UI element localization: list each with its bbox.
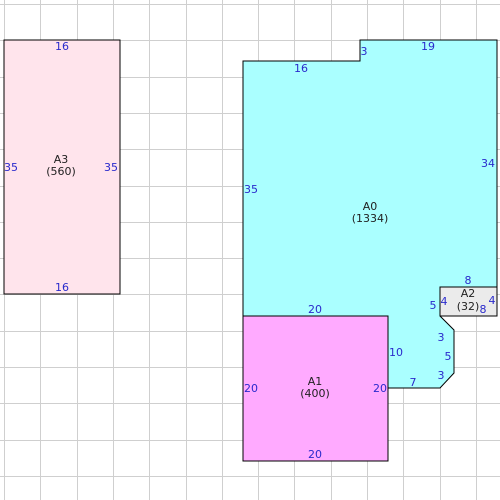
room-a0-area: (1334) <box>352 212 389 225</box>
room-a0-dim-right: 34 <box>481 157 495 170</box>
room-a0-dim-cut-5: 5 <box>445 350 452 363</box>
room-a1-dim-bottom: 20 <box>308 448 322 461</box>
room-a2-label: A2 <box>461 287 476 300</box>
room-a1-area: (400) <box>300 387 330 400</box>
room-a0-dim-a2-side: 5 <box>430 299 437 312</box>
room-a2-dim-bottom: 8 <box>480 303 487 316</box>
room-a2-dim-right: 4 <box>489 294 496 307</box>
room-a3[interactable]: 16 35 35 16 A3 (560) <box>3 39 121 295</box>
room-a3-dim-bottom: 16 <box>55 281 69 294</box>
room-a0-dim-cut-3a: 3 <box>438 331 445 344</box>
room-a0-dim-top-right: 19 <box>421 40 435 53</box>
room-a0-dim-top-left: 16 <box>294 62 308 75</box>
room-a1-dim-right: 20 <box>373 382 387 395</box>
room-a1[interactable]: 20 20 20 A1 (400) <box>242 315 389 462</box>
room-a3-area: (560) <box>46 165 76 178</box>
floor-plan-canvas: 16 35 35 16 A3 (560) 16 3 19 34 35 20 10… <box>0 0 500 500</box>
room-a0-dim-bottom: 20 <box>308 303 322 316</box>
room-a0-dim-cut-3b: 3 <box>438 369 445 382</box>
room-a0-dim-lower-7: 7 <box>410 376 417 389</box>
room-a0-dim-left: 35 <box>244 183 258 196</box>
room-a1-dim-left: 20 <box>244 382 258 395</box>
room-a3-dim-left: 35 <box>4 161 18 174</box>
room-a0-dim-notch: 3 <box>361 45 368 58</box>
room-a2-dim-left: 4 <box>441 295 448 308</box>
room-a2-area: (32) <box>457 300 480 313</box>
room-a3-dim-top: 16 <box>55 40 69 53</box>
room-a0-dim-lower-10: 10 <box>389 346 403 359</box>
room-a2-dim-top: 8 <box>465 274 472 287</box>
room-a3-dim-right: 35 <box>104 161 118 174</box>
